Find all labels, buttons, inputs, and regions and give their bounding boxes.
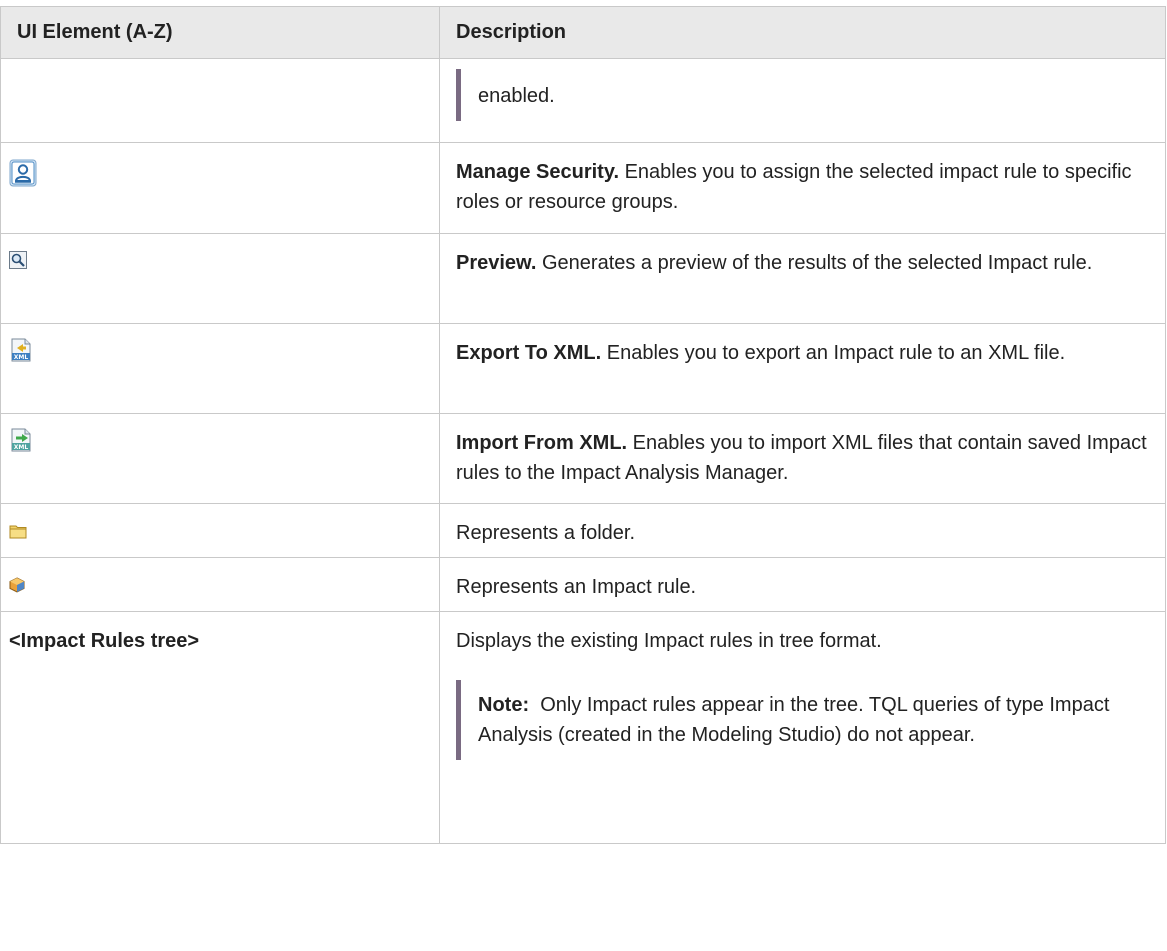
description-cell: Represents an Impact rule. <box>439 557 1166 612</box>
element-cell <box>0 557 440 612</box>
description-text: Represents an Impact rule. <box>456 576 697 598</box>
description-cell: Represents a folder. <box>439 503 1166 558</box>
column-header-ui-element: UI Element (A-Z) <box>0 6 440 59</box>
element-cell <box>0 58 440 143</box>
element-cell: XML <box>0 323 440 414</box>
note-block: Note: Only Impact rules appear in the tr… <box>456 680 1157 760</box>
description-cell: enabled. <box>439 58 1166 143</box>
description-cell: Export To XML. Enables you to export an … <box>439 323 1166 414</box>
note-block: enabled. <box>456 69 1157 121</box>
table-row: Preview. Generates a preview of the resu… <box>0 233 1166 324</box>
note-text: Only Impact rules appear in the tree. TQ… <box>478 694 1114 746</box>
xml-label: XML <box>14 444 29 451</box>
element-label: <Impact Rules tree> <box>9 630 200 652</box>
description-cell: Import From XML. Enables you to import X… <box>439 413 1166 504</box>
description-cell: Displays the existing Impact rules in tr… <box>439 611 1166 844</box>
preview-icon <box>9 248 27 278</box>
table-header-row: UI Element (A-Z) Description <box>0 6 1166 59</box>
element-cell <box>0 142 440 234</box>
impact-rule-icon <box>9 572 25 602</box>
element-title: Export To XML. <box>456 342 602 364</box>
table-row: XML Export To XML. Enables you to export… <box>0 323 1166 414</box>
element-title: Manage Security. <box>456 161 620 183</box>
table-row: <Impact Rules tree> Displays the existin… <box>0 611 1166 844</box>
manage-security-icon <box>9 159 37 196</box>
description-cell: Preview. Generates a preview of the resu… <box>439 233 1166 324</box>
table-row: enabled. <box>0 58 1166 143</box>
xml-label: XML <box>14 354 29 361</box>
element-cell <box>0 233 440 324</box>
element-cell <box>0 503 440 558</box>
element-title: Import From XML. <box>456 432 628 454</box>
export-xml-icon: XML <box>9 338 33 371</box>
folder-icon <box>9 518 27 548</box>
note-label: Note: <box>478 694 530 716</box>
description-text: Enables you to export an Impact rule to … <box>601 342 1066 364</box>
description-text: Displays the existing Impact rules in tr… <box>456 630 882 652</box>
element-cell: <Impact Rules tree> <box>0 611 440 844</box>
ui-elements-table: UI Element (A-Z) Description enabled. Ma… <box>0 6 1166 844</box>
description-text: enabled. <box>478 85 555 107</box>
table-row: Represents an Impact rule. <box>0 557 1166 612</box>
table-row: Manage Security. Enables you to assign t… <box>0 142 1166 234</box>
column-header-description: Description <box>439 6 1166 59</box>
element-title: Preview. <box>456 252 537 274</box>
description-cell: Manage Security. Enables you to assign t… <box>439 142 1166 234</box>
table-row: Represents a folder. <box>0 503 1166 558</box>
description-text: Generates a preview of the results of th… <box>536 252 1093 274</box>
import-xml-icon: XML <box>9 428 33 461</box>
description-text: Represents a folder. <box>456 522 635 544</box>
element-cell: XML <box>0 413 440 504</box>
table-row: XML Import From XML. Enables you to impo… <box>0 413 1166 504</box>
